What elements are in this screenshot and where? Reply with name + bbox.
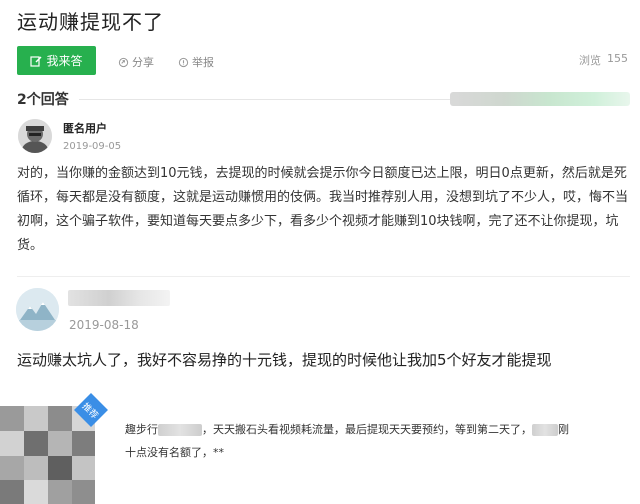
comment-text-1: 趣步行	[125, 423, 158, 436]
share-icon	[118, 57, 129, 67]
masked-text	[532, 424, 558, 436]
views-number: 155	[607, 52, 628, 65]
answer-count: 2个回答	[17, 92, 69, 108]
answer-button-label: 我来答	[46, 54, 83, 68]
avatar-user[interactable]	[16, 288, 59, 331]
report-label: 举报	[192, 56, 214, 69]
anonymous-avatar-icon	[18, 119, 52, 153]
masked-text	[158, 424, 202, 436]
answer-date: 2019-08-18	[69, 318, 139, 332]
comment-content: 趣步行 ，天天搬石头看视频耗流量，最后提现天天要预约，等到第二天了， 刚 十点没有名…	[125, 418, 630, 464]
question-title: 运动赚提现不了	[17, 10, 164, 34]
report-link[interactable]: 举报	[178, 54, 214, 70]
answer-date: 2019-09-05	[63, 141, 122, 152]
mountain-avatar-icon	[16, 288, 59, 331]
answer-username[interactable]: 匿名用户	[63, 120, 107, 136]
edit-icon	[30, 55, 42, 67]
share-link[interactable]: 分享	[118, 54, 154, 70]
report-icon	[178, 57, 189, 67]
answer-content: 对的，当你赚的金额达到10元钱，去提现的时候就会提示你今日额度已达上限，明日0点…	[17, 166, 629, 253]
answer-divider	[17, 276, 630, 277]
views-label: 浏览	[579, 54, 601, 67]
avatar-anonymous[interactable]	[18, 119, 52, 153]
share-label: 分享	[132, 56, 154, 69]
view-count: 浏览 155	[579, 52, 628, 68]
comment-text-2: ，天天搬石头看视频耗流量，最后提现天天要预约，等到第二天了，	[202, 423, 532, 436]
answer-button[interactable]: 我来答	[17, 46, 96, 75]
comment-thumbnail-blurred	[0, 406, 95, 504]
username-blurred	[68, 290, 170, 306]
blurred-banner	[450, 92, 630, 106]
answer-content: 运动赚太坑人了，我好不容易挣的十元钱，提现的时候他让我加5个好友才能提现	[17, 351, 552, 369]
comment-text-4: 十点没有名额了，**	[125, 446, 224, 459]
comment-text-3: 刚	[558, 423, 569, 436]
